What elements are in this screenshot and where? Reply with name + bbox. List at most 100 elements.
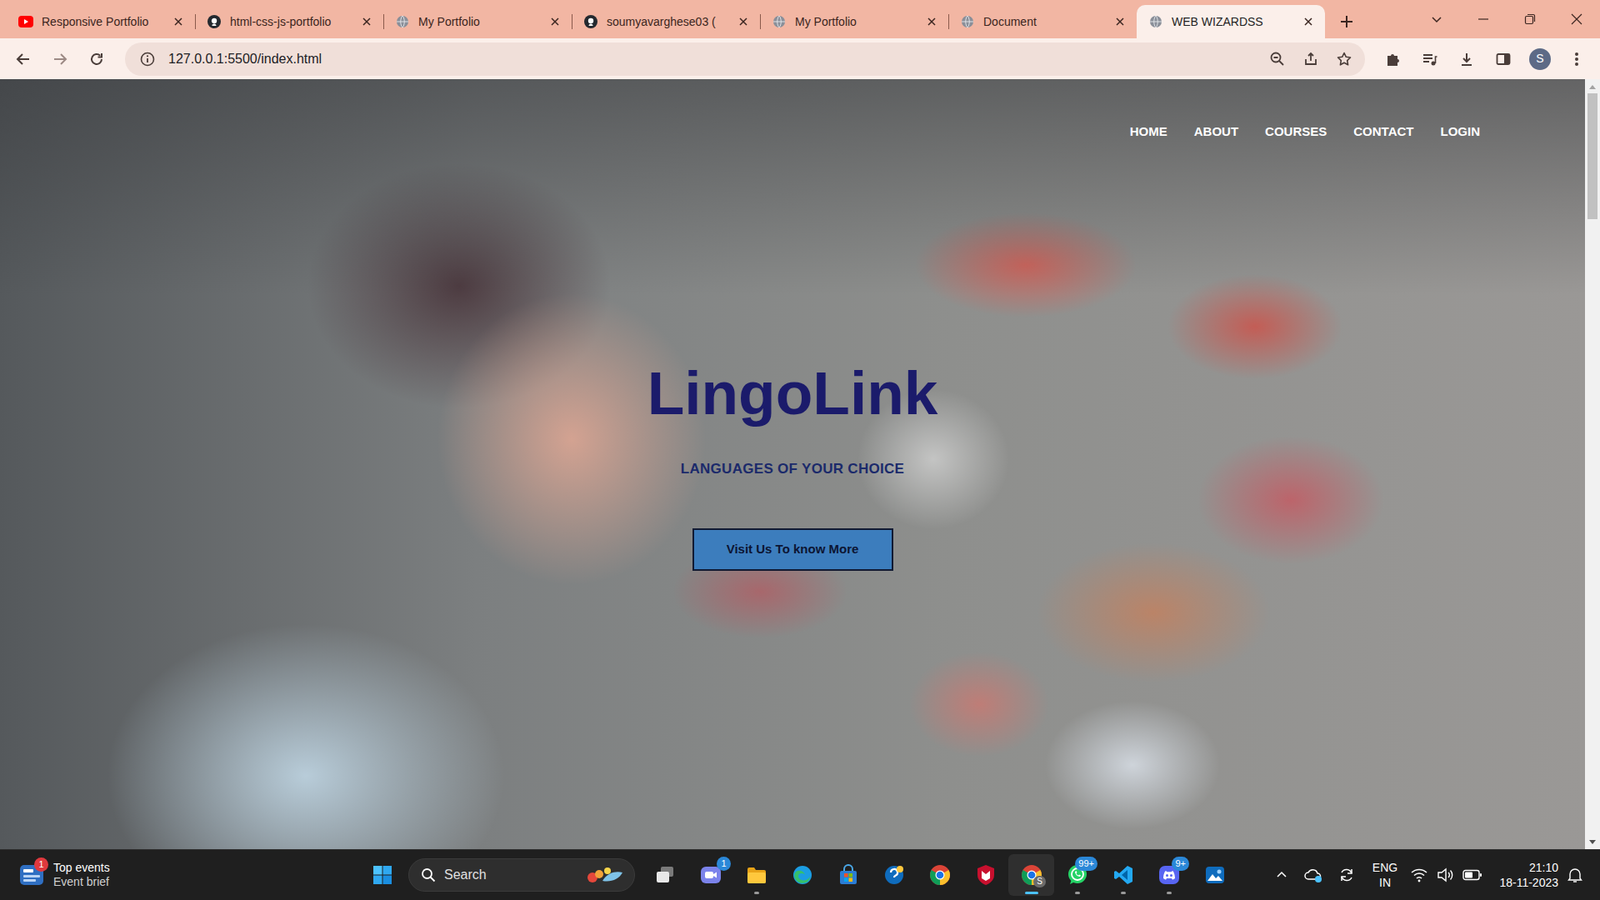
scroll-down-arrow-icon[interactable]: [1585, 835, 1600, 850]
browser-tab[interactable]: My Portfolio: [760, 5, 949, 39]
scrollbar: [1585, 79, 1600, 850]
nav-link[interactable]: CONTACT: [1353, 122, 1414, 142]
clock-time[interactable]: 21:10: [1529, 860, 1559, 875]
widget-text: Top eventsEvent brief: [53, 860, 110, 890]
browser-tab[interactable]: soumyavarghese03 (: [571, 5, 760, 39]
address-bar[interactable]: 127.0.0.1:5500/index.html: [125, 42, 1365, 76]
minimize-icon[interactable]: [1460, 0, 1507, 39]
vscode-icon: [1112, 864, 1135, 886]
app-badge: S: [1033, 875, 1046, 888]
taskbar-app[interactable]: [779, 854, 825, 896]
taskbar-app[interactable]: 1: [687, 854, 734, 896]
hero-section: HOME ABOUT COURSES CONTACT LOGIN LingoLinkLAN…: [0, 79, 1585, 850]
bell-icon[interactable]: [1558, 856, 1592, 894]
taskbar-app[interactable]: [916, 854, 963, 896]
taskbar-app[interactable]: 99+: [1054, 854, 1100, 896]
tab-label[interactable]: Document: [983, 13, 1104, 31]
nav-link[interactable]: ABOUT: [1194, 122, 1239, 142]
taskbar-app[interactable]: [641, 854, 688, 896]
back-arrow-icon[interactable]: [6, 42, 40, 76]
language-indicator[interactable]: ENGIN: [1363, 860, 1407, 890]
nav-link[interactable]: COURSES: [1265, 122, 1327, 142]
taskbar-widget[interactable]: 1 Top eventsEvent brief: [0, 860, 364, 890]
sync-icon[interactable]: [1330, 856, 1364, 894]
globe-icon: [960, 14, 975, 30]
running-indicator: [1166, 891, 1172, 895]
close-icon[interactable]: [1300, 13, 1317, 30]
close-icon[interactable]: [735, 13, 752, 30]
nav-link[interactable]: LOGIN: [1440, 122, 1481, 142]
chevron-up-icon[interactable]: [1266, 856, 1297, 894]
tab-label[interactable]: html-css-js-portfolio: [230, 13, 350, 31]
new-tab-plus-icon[interactable]: [1330, 5, 1364, 39]
hero-content: LingoLinkLANGUAGES OF YOUR CHOICEVisit U…: [0, 356, 1585, 571]
search-highlight-icon: [585, 864, 626, 886]
reload-icon[interactable]: [80, 42, 114, 76]
taskbar-search[interactable]: Search: [408, 858, 635, 892]
tab-search-chevron-icon[interactable]: [1413, 0, 1460, 39]
taskbar-app[interactable]: S: [1008, 854, 1055, 896]
running-indicator: [1120, 891, 1126, 895]
download-icon[interactable]: [1450, 42, 1484, 76]
menu-dots-icon[interactable]: [1560, 42, 1594, 76]
taskbar-app[interactable]: [1100, 854, 1146, 896]
close-icon[interactable]: [358, 13, 375, 30]
store-icon: [837, 864, 860, 886]
clock[interactable]: 21:1018-11-2023: [1486, 860, 1559, 890]
globe-icon: [771, 14, 787, 30]
windows-start-icon[interactable]: [363, 855, 402, 895]
widget-title: Top events: [53, 860, 110, 876]
tab-label[interactable]: My Portfolio: [418, 13, 539, 31]
scroll-up-arrow-icon[interactable]: [1585, 79, 1600, 94]
taskbar-app[interactable]: [870, 854, 917, 896]
widget-badge: 1: [34, 857, 49, 872]
chrome-icon: [929, 864, 951, 886]
taskbar-app[interactable]: [1191, 854, 1238, 896]
side-panel-icon[interactable]: [1486, 42, 1520, 76]
tab-label[interactable]: soumyavarghese03 (: [606, 13, 727, 31]
share-icon[interactable]: [1298, 46, 1324, 72]
close-icon[interactable]: [1111, 13, 1129, 30]
taskbar-app[interactable]: [825, 854, 871, 896]
profile-avatar[interactable]: S: [1529, 48, 1551, 70]
browser-tab[interactable]: Document: [948, 5, 1137, 39]
globe-icon: [1148, 14, 1164, 30]
widget-button[interactable]: 1: [18, 861, 45, 889]
star-icon[interactable]: [1331, 46, 1357, 72]
quick-settings[interactable]: [1406, 856, 1487, 894]
language-code[interactable]: ENG: [1372, 860, 1398, 875]
close-icon[interactable]: [923, 13, 940, 30]
browser-tab[interactable]: Responsive Portfolio: [6, 5, 195, 39]
profile-button[interactable]: S: [1523, 42, 1557, 76]
restore-icon[interactable]: [1506, 0, 1554, 39]
browser-tab[interactable]: html-css-js-portfolio: [195, 5, 384, 39]
browser-tab[interactable]: WEB WIZARDSS: [1136, 5, 1325, 39]
nav-link[interactable]: HOME: [1130, 122, 1168, 142]
edge-icon: [791, 864, 814, 886]
clock-date[interactable]: 18-11-2023: [1499, 875, 1559, 890]
running-indicator: [754, 891, 760, 895]
close-window-icon[interactable]: [1553, 0, 1600, 39]
visit-button[interactable]: Visit Us To know More: [692, 528, 894, 571]
info-icon[interactable]: [135, 46, 160, 72]
tab-label[interactable]: WEB WIZARDSS: [1171, 13, 1292, 31]
region-code[interactable]: IN: [1379, 875, 1391, 890]
close-icon[interactable]: [170, 13, 187, 30]
browser-tab[interactable]: My Portfolio: [383, 5, 572, 39]
zoom-icon[interactable]: [1265, 46, 1290, 72]
running-indicator: [1075, 891, 1080, 895]
system-tray: ENGIN 21:1018-11-2023: [1237, 856, 1600, 894]
extensions-puzzle-icon[interactable]: [1376, 42, 1410, 76]
taskbar-app[interactable]: [962, 854, 1009, 896]
forward-arrow-icon[interactable]: [43, 42, 77, 76]
url-text[interactable]: 127.0.0.1:5500/index.html: [168, 49, 1257, 70]
cloud-icon[interactable]: [1296, 856, 1330, 894]
media-list-icon[interactable]: [1413, 42, 1447, 76]
taskbar-app[interactable]: [733, 854, 780, 896]
tab-label[interactable]: My Portfolio: [795, 13, 915, 31]
taskbar-app[interactable]: 9+: [1145, 854, 1192, 896]
close-icon[interactable]: [546, 13, 564, 30]
scroll-thumb[interactable]: [1587, 93, 1598, 220]
search-placeholder[interactable]: Search: [444, 865, 578, 885]
tab-label[interactable]: Responsive Portfolio: [41, 13, 162, 31]
